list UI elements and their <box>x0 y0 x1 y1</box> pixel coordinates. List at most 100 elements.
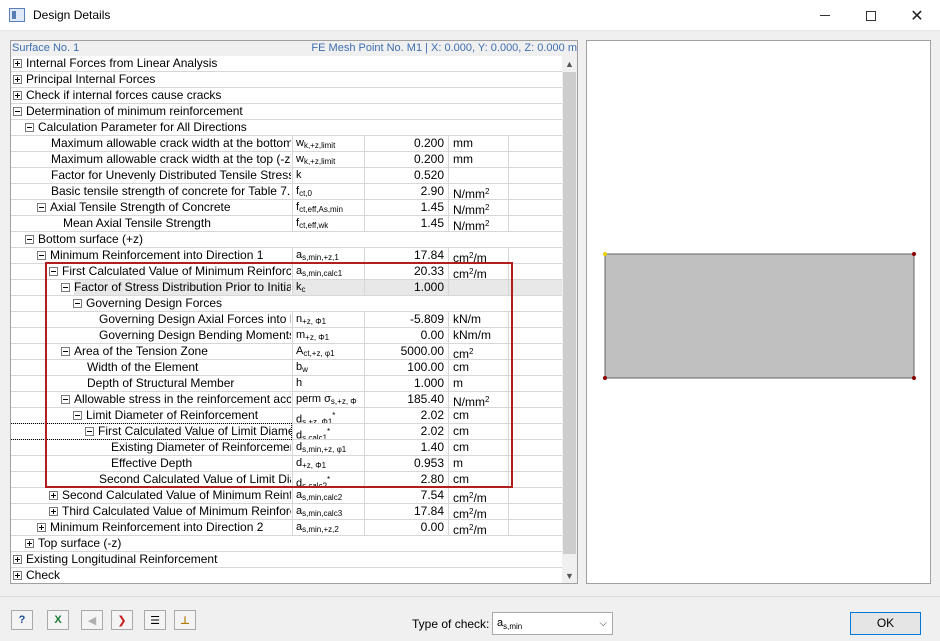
tree-row[interactable]: Depth of Structural Member h 1.000 m <box>11 376 562 392</box>
expand-icon[interactable] <box>37 523 46 532</box>
tree-row[interactable]: First Calculated Value of Limit Diameter… <box>11 423 562 440</box>
collapse-icon[interactable] <box>61 395 70 404</box>
collapse-icon[interactable] <box>73 411 82 420</box>
value-cell: 100.00 <box>364 360 448 375</box>
expand-icon[interactable] <box>25 539 34 548</box>
minimize-button[interactable] <box>802 0 848 31</box>
unit-cell: cm2/m <box>448 488 508 505</box>
ok-button[interactable]: OK <box>850 612 921 635</box>
tree-row[interactable]: Axial Tensile Strength of Concrete fct,ef… <box>11 200 562 217</box>
expand-icon[interactable] <box>13 75 22 84</box>
table-view-button[interactable]: ☰ <box>144 610 166 630</box>
collapse-icon[interactable] <box>25 123 34 132</box>
close-button[interactable]: ✕ <box>894 0 940 31</box>
tree-row[interactable]: Minimum Reinforcement into Direction 2 as… <box>11 520 562 537</box>
unit-cell: N/mm2 <box>448 200 508 217</box>
previous-button[interactable]: ◀ <box>81 610 103 630</box>
help-button[interactable]: ? <box>11 610 33 630</box>
collapse-icon[interactable] <box>61 347 70 356</box>
value-cell: 0.00 <box>364 328 448 343</box>
row-label: Second Calculated Value of Minimum Reinf… <box>62 488 291 502</box>
type-of-check-select[interactable]: as,min ⌵ <box>492 612 613 635</box>
value-cell: 2.90 <box>364 184 448 199</box>
expand-icon[interactable] <box>13 91 22 100</box>
surface-rectangle <box>604 253 915 379</box>
expand-icon[interactable] <box>13 555 22 564</box>
tree-row[interactable]: Factor of Stress Distribution Prior to I… <box>11 280 562 296</box>
scroll-up-icon[interactable]: ▲ <box>562 56 577 71</box>
maximize-button[interactable] <box>848 0 894 31</box>
collapse-icon[interactable] <box>37 251 46 260</box>
collapse-icon[interactable] <box>73 299 82 308</box>
tree-row[interactable]: Principal Internal Forces <box>11 72 562 88</box>
unit-cell <box>448 168 508 183</box>
value-cell: 1.000 <box>364 280 448 295</box>
value-cell: 1.45 <box>364 216 448 231</box>
symbol-cell: as,min,calc3 <box>292 504 364 519</box>
expand-icon[interactable] <box>49 507 58 516</box>
expand-icon[interactable] <box>49 491 58 500</box>
tree-row[interactable]: Effective Depth d+z, Φ1 0.953 m <box>11 456 562 472</box>
tree-row[interactable]: Allowable stress in the reinforcement ac… <box>11 392 562 409</box>
tree-row[interactable]: Top surface (-z) <box>11 536 562 552</box>
collapse-icon[interactable] <box>37 203 46 212</box>
collapse-icon[interactable] <box>61 283 70 292</box>
symbol-cell: bw <box>292 360 364 375</box>
row-label: Mean Axial Tensile Strength <box>63 216 211 230</box>
scroll-down-icon[interactable]: ▼ <box>562 568 577 583</box>
unit-cell: cm <box>448 408 508 423</box>
tree-row[interactable]: Check <box>11 568 562 583</box>
surface-graphic <box>603 252 916 380</box>
tree-row[interactable]: Area of the Tension Zone Act,+z, φ1 5000.0… <box>11 344 562 361</box>
value-cell: 2.02 <box>364 408 448 423</box>
tree-row[interactable]: Minimum Reinforcement into Direction 1 as… <box>11 248 562 265</box>
tree-row[interactable]: Third Calculated Value of Minimum Reinfo… <box>11 504 562 521</box>
tree-row[interactable]: Mean Axial Tensile Strength fct,eff,wk 1.4… <box>11 216 562 233</box>
tree-row[interactable]: Factor for Unevenly Distributed Tensile … <box>11 168 562 184</box>
tree-row[interactable]: Governing Design Axial Forces into Direc… <box>11 312 562 328</box>
tree-row[interactable]: Second Calculated Value of Limit Diametd… <box>11 472 562 488</box>
tree-row[interactable]: Existing Longitudinal Reinforcement <box>11 552 562 568</box>
row-label: First Calculated Value of Minimum Reinfo… <box>62 264 291 278</box>
collapse-icon[interactable] <box>13 107 22 116</box>
tree-view-button[interactable]: ⊥ <box>174 610 196 630</box>
results-tree-grid[interactable]: Surface No. 1 FE Mesh Point No. M1 | X: … <box>10 40 578 584</box>
collapse-icon[interactable] <box>25 235 34 244</box>
collapse-icon[interactable] <box>49 267 58 276</box>
scroll-thumb[interactable] <box>563 72 576 554</box>
tree-row[interactable]: First Calculated Value of Minimum Reinfo… <box>11 264 562 281</box>
vertical-scrollbar[interactable]: ▲ ▼ <box>562 56 577 583</box>
tree-row[interactable]: Check if internal forces cause cracks <box>11 88 562 104</box>
row-label: Effective Depth <box>111 456 193 470</box>
symbol-cell: as,min,calc2 <box>292 488 364 503</box>
title-bar: Design Details ✕ <box>0 0 940 31</box>
tree-row[interactable]: Determination of minimum reinforcement <box>11 104 562 120</box>
tree-row[interactable]: Maximum allowable crack width at the top… <box>11 152 562 168</box>
excel-export-button[interactable]: X <box>47 610 69 630</box>
next-button[interactable]: ❯ <box>111 610 133 630</box>
tree-row[interactable]: Second Calculated Value of Minimum Reinf… <box>11 488 562 505</box>
tree-row[interactable]: Maximum allowable crack width at the bot… <box>11 136 562 152</box>
row-label: Minimum Reinforcement into Direction 1 <box>50 248 264 262</box>
tree-row[interactable]: Governing Design Forces <box>11 296 562 312</box>
tree-row[interactable]: Governing Design Bending Moments intom+z… <box>11 328 562 344</box>
tree-row[interactable]: Internal Forces from Linear Analysis <box>11 56 562 72</box>
unit-cell: cm <box>448 440 508 455</box>
expand-icon[interactable] <box>13 59 22 68</box>
row-label: Top surface (-z) <box>38 536 122 550</box>
value-cell: 7.54 <box>364 488 448 503</box>
tree-row[interactable]: Existing Diameter of Reinforcement ds,min… <box>11 440 562 456</box>
node-bottom-left <box>603 376 607 380</box>
unit-cell: cm <box>448 472 508 487</box>
tree-row[interactable]: Bottom surface (+z) <box>11 232 562 248</box>
tree-row[interactable]: Basic tensile strength of concrete for T… <box>11 184 562 201</box>
tree-row[interactable]: Width of the Element bw 100.00 cm <box>11 360 562 376</box>
symbol-cell: fct,0 <box>292 184 364 199</box>
symbol-cell: as,min,+z,2 <box>292 520 364 535</box>
node-top-left <box>603 252 607 256</box>
row-label: Minimum Reinforcement into Direction 2 <box>50 520 264 534</box>
expand-icon[interactable] <box>13 571 22 580</box>
tree-row[interactable]: Limit Diameter of Reinforcement ds,+z, Φ1… <box>11 408 562 424</box>
tree-row[interactable]: Calculation Parameter for All Directions <box>11 120 562 136</box>
symbol-cell: perm σs,+z, Φ <box>292 392 364 407</box>
